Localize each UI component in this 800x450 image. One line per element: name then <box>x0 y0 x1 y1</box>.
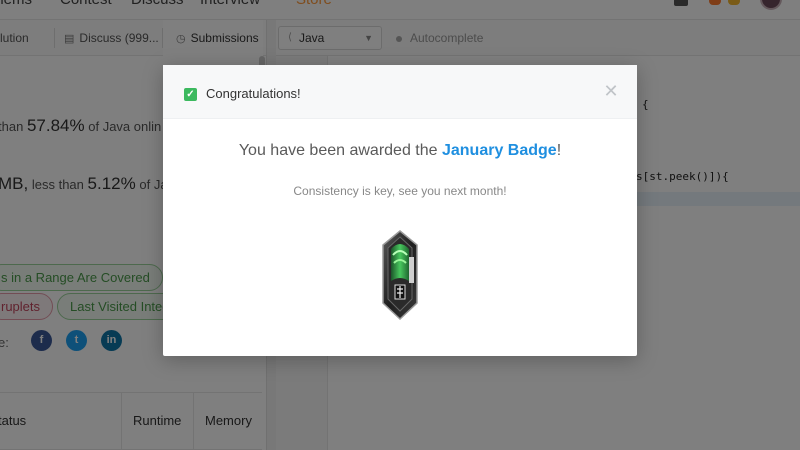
award-message-prefix: You have been awarded the <box>238 142 438 159</box>
award-message: You have been awarded the January Badge! <box>163 142 637 160</box>
close-icon[interactable]: ✕ <box>601 81 621 101</box>
dialog-header: ✓ Congratulations! ✕ <box>163 65 637 119</box>
award-message-suffix: ! <box>556 142 562 159</box>
january-badge-icon <box>382 230 418 321</box>
dialog-title: Congratulations! <box>206 86 301 101</box>
badge-award-dialog: ✓ Congratulations! ✕ You have been award… <box>163 65 637 356</box>
check-icon: ✓ <box>184 88 197 101</box>
award-subtitle: Consistency is key, see you next month! <box>293 184 507 198</box>
badge-name-link[interactable]: January Badge <box>442 142 557 159</box>
